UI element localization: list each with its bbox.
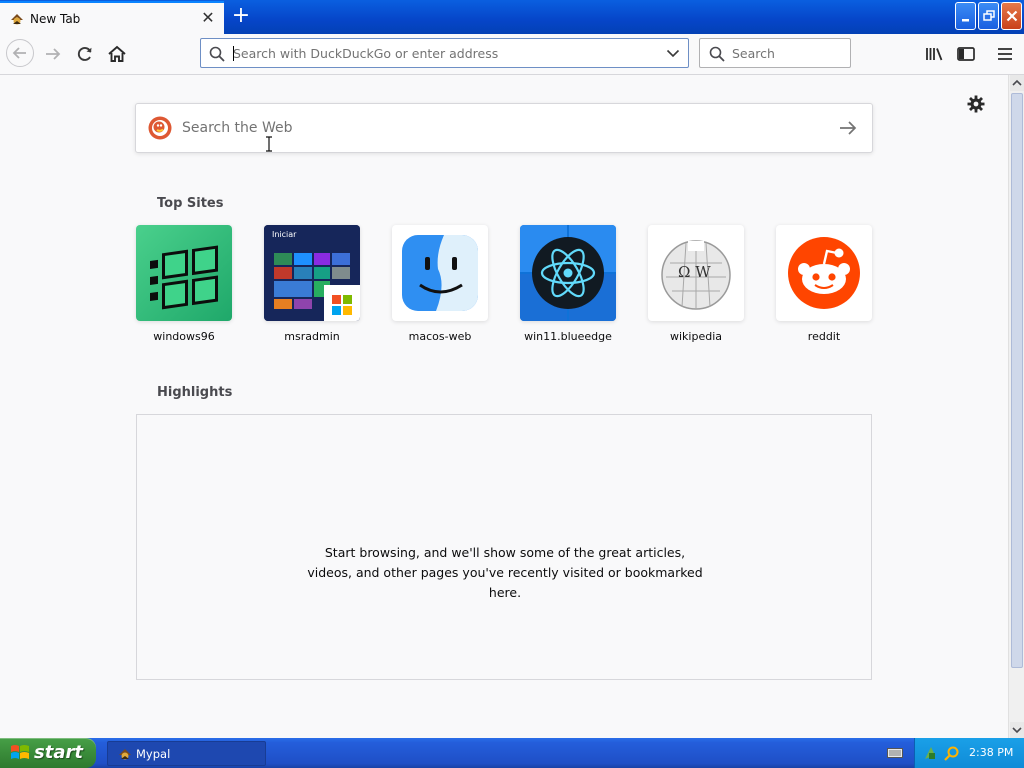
web-search-placeholder: Search the Web [182, 120, 293, 136]
text-caret [233, 46, 234, 61]
reddit-alien-icon [776, 225, 872, 321]
top-site-msradmin[interactable]: Iniciar msradmin [252, 225, 372, 355]
highlights-heading: Highlights [157, 385, 233, 400]
address-bar-placeholder: Search with DuckDuckGo or enter address [233, 46, 499, 61]
scroll-thumb[interactable] [1011, 93, 1023, 668]
chevron-down-icon [1012, 727, 1022, 734]
library-icon [926, 48, 943, 61]
sidebar-toggle-button[interactable] [954, 42, 978, 66]
keyboard-icon[interactable] [887, 747, 903, 759]
restore-button[interactable] [978, 2, 999, 30]
reload-icon [77, 47, 92, 61]
hamburger-menu-icon [998, 48, 1012, 60]
chevron-down-icon[interactable] [666, 47, 680, 59]
highlights-section: Start browsing, and we'll show some of t… [136, 414, 872, 680]
search-bar[interactable]: Search [699, 38, 851, 68]
top-site-wikipedia[interactable]: Ω W wikipedia [636, 225, 756, 355]
close-window-button[interactable] [1001, 2, 1022, 30]
menu-button[interactable] [993, 42, 1017, 66]
search-icon [709, 46, 725, 62]
top-site-label: reddit [807, 330, 841, 343]
system-tray: 2:38 PM [914, 738, 1024, 768]
arrow-right-icon [46, 48, 61, 60]
search-bar-placeholder: Search [732, 46, 775, 61]
library-button[interactable] [922, 42, 946, 66]
restore-icon [983, 10, 995, 21]
forward-button[interactable] [41, 42, 65, 66]
wikipedia-globe-icon: Ω W [648, 225, 744, 321]
home-icon [108, 45, 126, 62]
start-label: start [34, 742, 83, 763]
mypal-icon [11, 14, 23, 25]
windows8-start-screen-icon: Iniciar [264, 225, 360, 321]
tile-text-iniciar: Iniciar [272, 230, 297, 239]
search-icon [209, 46, 225, 62]
gear-icon[interactable] [966, 94, 986, 114]
taskbar-item-mypal[interactable]: Mypal [107, 741, 266, 766]
mypal-icon [119, 749, 131, 760]
home-button[interactable] [105, 42, 129, 66]
minimize-button[interactable] [955, 2, 976, 30]
web-search-box[interactable]: Search the Web [135, 103, 873, 153]
top-site-label: msradmin [284, 330, 340, 343]
new-tab-page: Search the Web Top Sites windows96 Inici… [0, 75, 1008, 738]
scroll-up-button[interactable] [1010, 75, 1024, 91]
wikipedia-glyphs: Ω W [678, 263, 711, 281]
top-sites-heading: Top Sites [157, 196, 224, 211]
navigation-toolbar: Search with DuckDuckGo or enter address … [0, 34, 1024, 75]
tab-title: New Tab [30, 12, 81, 26]
taskbar-item-label: Mypal [136, 747, 171, 761]
tab-close-button[interactable]: ✕ [199, 9, 217, 27]
arrow-left-icon [12, 47, 26, 59]
top-site-windows96[interactable]: windows96 [124, 225, 244, 355]
highlights-empty-message: Start browsing, and we'll show some of t… [307, 545, 703, 600]
minimize-icon [962, 19, 969, 22]
finder-icon [392, 225, 488, 321]
sidebar-icon [957, 47, 975, 61]
reload-button[interactable] [73, 42, 97, 66]
top-site-label: windows96 [153, 330, 215, 343]
windows-logo-icon [11, 745, 29, 759]
new-tab-button[interactable]: + [230, 5, 252, 28]
top-site-label: win11.blueedge [524, 330, 612, 343]
text-cursor-icon [266, 136, 272, 152]
taskbar: start Mypal 2:38 PM [0, 738, 1024, 768]
top-site-macos-web[interactable]: macos-web [380, 225, 500, 355]
chevron-up-icon [1012, 79, 1022, 86]
top-site-label: macos-web [408, 330, 472, 343]
tab-new-tab[interactable]: New Tab ✕ [0, 1, 224, 34]
start-button[interactable]: start [0, 738, 96, 768]
close-icon [1006, 10, 1018, 22]
clock: 2:38 PM [969, 746, 1014, 759]
top-site-win11-blueedge[interactable]: win11.blueedge [508, 225, 628, 355]
windows96-logo-icon [136, 225, 232, 321]
arrow-right-icon[interactable] [838, 119, 858, 137]
back-button[interactable] [6, 39, 34, 67]
tray-icons[interactable] [923, 745, 963, 761]
scroll-down-button[interactable] [1010, 722, 1024, 738]
address-bar[interactable]: Search with DuckDuckGo or enter address [200, 38, 689, 68]
tab-bar: New Tab ✕ + [0, 0, 1024, 34]
vertical-scrollbar[interactable] [1008, 75, 1024, 738]
duckduckgo-icon [148, 116, 172, 140]
react-atom-icon [520, 225, 616, 321]
top-site-label: wikipedia [669, 330, 722, 343]
top-site-reddit[interactable]: reddit [764, 225, 884, 355]
